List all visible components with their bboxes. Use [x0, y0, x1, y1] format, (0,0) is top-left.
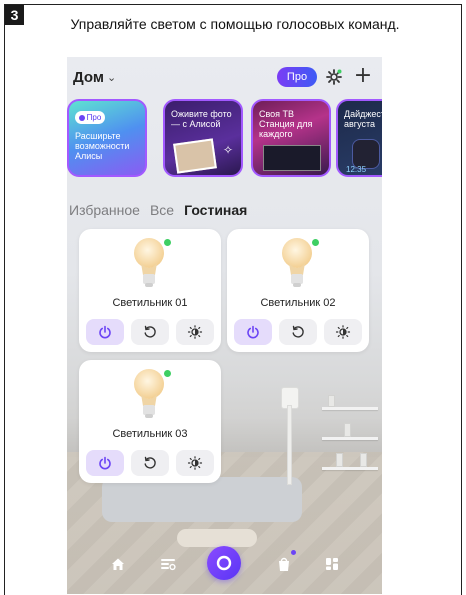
- brightness-button[interactable]: [176, 450, 214, 476]
- alice-icon: [216, 555, 232, 571]
- story-card[interactable]: Про Расширьте возможности Алисы: [67, 99, 147, 177]
- step-number-badge: 3: [5, 5, 24, 25]
- alice-button[interactable]: [207, 546, 241, 580]
- device-card[interactable]: Светильник 01: [79, 229, 221, 352]
- add-device-button[interactable]: +: [351, 63, 375, 89]
- shopping-bag-icon[interactable]: [273, 553, 295, 575]
- instruction-caption: Управляйте светом с помощью голосовых ко…: [70, 16, 400, 32]
- power-icon: [99, 325, 111, 339]
- device-card[interactable]: Светильник 02: [227, 229, 369, 352]
- brightness-button[interactable]: [176, 319, 214, 345]
- home-selector[interactable]: Дом ⌄: [73, 69, 116, 86]
- online-status-dot: [163, 369, 172, 378]
- power-icon: [247, 325, 259, 339]
- tab-all[interactable]: Все: [150, 202, 174, 218]
- brightness-icon: [335, 325, 351, 339]
- device-name: Светильник 01: [112, 297, 188, 309]
- room-sofa: [102, 477, 302, 522]
- sparkle-icon: ✧: [223, 143, 234, 157]
- story-title: Оживите фото — с Алисой: [171, 109, 232, 129]
- light-bulb-icon: [282, 238, 312, 287]
- brightness-icon: [187, 325, 203, 339]
- pro-badge: Про: [75, 111, 105, 124]
- tab-living-room[interactable]: Гостиная: [184, 202, 247, 218]
- reset-button[interactable]: [131, 319, 169, 345]
- pro-button[interactable]: Про: [277, 67, 317, 87]
- power-icon: [99, 456, 111, 470]
- reset-button[interactable]: [131, 450, 169, 476]
- stories-carousel: Про Расширьте возможности Алисы Оживите …: [67, 99, 382, 179]
- device-card[interactable]: Светильник 03: [79, 360, 221, 483]
- story-card[interactable]: Оживите фото — с Алисой ✧: [163, 99, 243, 177]
- room-floor-lamp-pole: [287, 405, 292, 485]
- power-button[interactable]: [86, 319, 124, 345]
- story-card[interactable]: Дайджест августа 12:35: [336, 99, 382, 177]
- home-icon[interactable]: [107, 553, 129, 575]
- chevron-down-icon: ⌄: [106, 72, 117, 84]
- bottom-navigation: [67, 535, 382, 594]
- home-title: Дом: [73, 69, 104, 86]
- scenarios-icon[interactable]: [157, 553, 179, 575]
- light-bulb-icon: [134, 369, 164, 418]
- online-status-dot: [163, 238, 172, 247]
- brightness-icon: [187, 456, 203, 470]
- tv-image: [263, 145, 321, 171]
- story-title: Дайджест августа: [344, 109, 382, 129]
- refresh-icon: [292, 325, 304, 338]
- brightness-button[interactable]: [324, 319, 362, 345]
- reset-button[interactable]: [279, 319, 317, 345]
- top-bar: Дом ⌄ Про +: [67, 57, 382, 97]
- story-card[interactable]: Своя ТВ Станция для каждого: [251, 99, 331, 177]
- refresh-icon: [144, 325, 156, 338]
- gear-icon[interactable]: [324, 68, 344, 86]
- app-screenshot: Дом ⌄ Про + Про Расширьте возможности Ал…: [67, 57, 382, 594]
- power-button[interactable]: [234, 319, 272, 345]
- story-title: Расширьте возможности Алисы: [75, 131, 130, 161]
- room-tabs: Избранное Все Гостиная: [69, 202, 247, 218]
- device-name: Светильник 02: [260, 297, 336, 309]
- clock-display: 12:35: [346, 165, 367, 174]
- light-bulb-icon: [134, 238, 164, 287]
- story-title: Своя ТВ Станция для каждого: [259, 109, 313, 139]
- room-shelf: [322, 395, 378, 497]
- tab-favorites[interactable]: Избранное: [69, 202, 140, 218]
- notification-dot: [291, 550, 296, 555]
- device-name: Светильник 03: [112, 428, 188, 440]
- online-status-dot: [311, 238, 320, 247]
- refresh-icon: [144, 456, 156, 469]
- photo-thumbnail: [173, 138, 217, 174]
- power-button[interactable]: [86, 450, 124, 476]
- services-grid-icon[interactable]: [321, 553, 343, 575]
